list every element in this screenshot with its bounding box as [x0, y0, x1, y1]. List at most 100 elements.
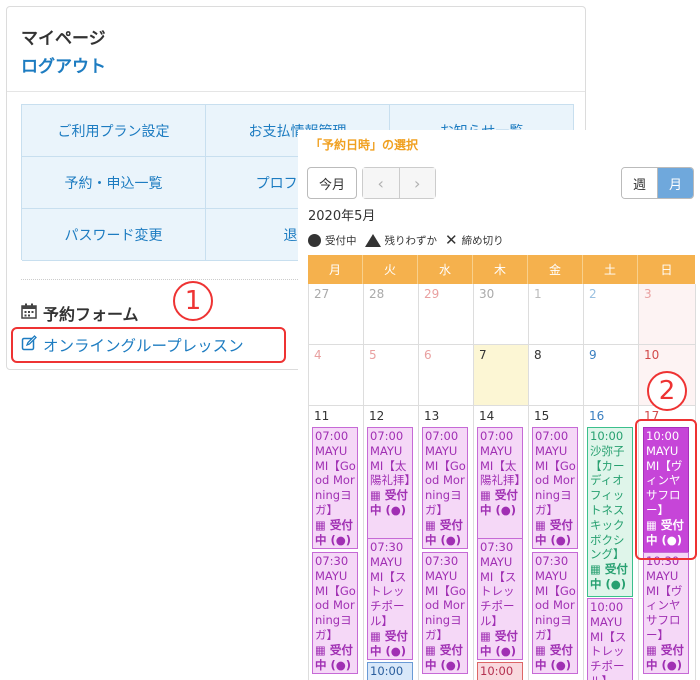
event-time: 10:00	[590, 429, 624, 443]
month-title: 2020年5月	[308, 209, 376, 224]
day-cell[interactable]: 2	[584, 284, 639, 345]
event-time: 07:30	[425, 554, 459, 568]
event-sun-1030[interactable]: 10:30 MAYUMI【ヴィンヤサフロー】 ▦ 受付中 (●)	[643, 552, 689, 674]
event-title: MAYUMI【Good Morningヨガ】	[315, 443, 356, 517]
chevron-left-icon: ‹	[377, 173, 384, 193]
event-title: MAYUMI【太陽礼拝】	[480, 443, 523, 488]
weekday-wed: 水	[418, 255, 473, 284]
calendar-panel: 「予約日時」の選択 今月 ‹ › 週 月 2020年5月 受付中 残りわずか ✕…	[298, 130, 700, 680]
calendar-icon: ▦	[370, 628, 381, 643]
day-number: 30	[479, 287, 495, 301]
prev-month-button[interactable]: ‹	[363, 168, 400, 198]
online-group-lesson-link[interactable]: オンライングループレッスン	[11, 327, 286, 363]
day-number: 27	[314, 287, 330, 301]
day-number: 10	[644, 348, 660, 362]
day-number: 2	[589, 287, 597, 301]
event-title: MAYUMI【太陽礼拝】	[370, 443, 413, 488]
day-cell[interactable]: 29	[419, 284, 474, 345]
day-number: 6	[424, 348, 432, 362]
day-cell[interactable]: 5	[364, 345, 419, 406]
day-number: 3	[644, 287, 652, 301]
event-time: 10:00	[480, 664, 514, 678]
event-fri-0730[interactable]: 07:30 MAYUMI【Good Morningヨガ】 ▦ 受付中 (●)	[532, 552, 578, 674]
day-number: 5	[369, 348, 377, 362]
day-cell[interactable]: 3	[639, 284, 696, 345]
month-view-button[interactable]: 月	[658, 168, 693, 198]
calendar-icon: ▦	[535, 642, 546, 657]
event-thu-0730[interactable]: 07:30 MAYUMI【ストレッチポール】 ▦ 受付中 (●)	[477, 538, 523, 660]
event-time: 07:00	[315, 429, 349, 443]
weekday-thu: 木	[473, 255, 528, 284]
calendar-icon: ▦	[646, 642, 657, 657]
calendar-icon: ▦	[480, 628, 491, 643]
event-title: MAYUMI【Good Morningヨガ】	[315, 568, 356, 642]
event-title: MAYUMI【ストレッチポール】	[590, 614, 627, 680]
event-wed-0730[interactable]: 07:30 MAYUMI【Good Morningヨガ】 ▦ 受付中 (●)	[422, 552, 468, 674]
edit-icon	[21, 335, 37, 355]
day-number: 8	[534, 348, 542, 362]
cross-icon: ✕	[445, 231, 458, 249]
weekday-fri: 金	[528, 255, 583, 284]
menu-plan-settings[interactable]: ご利用プラン設定	[22, 105, 206, 157]
event-time: 07:00	[425, 429, 459, 443]
form-heading-label: 予約フォーム	[43, 305, 139, 324]
day-number: 4	[314, 348, 322, 362]
week-view-button[interactable]: 週	[622, 168, 658, 198]
day-cell[interactable]: 8	[529, 345, 584, 406]
day-number: 12	[369, 409, 385, 423]
menu-reservations[interactable]: 予約・申込一覧	[22, 157, 206, 209]
day-cell-today[interactable]: 7	[474, 345, 529, 406]
this-month-button[interactable]: 今月	[307, 167, 357, 199]
event-tue-1000[interactable]: 10:00	[367, 662, 413, 680]
menu-password-change[interactable]: パスワード変更	[22, 209, 206, 261]
event-mon-0730[interactable]: 07:30 MAYUMI【Good Morningヨガ】 ▦ 受付中 (●)	[312, 552, 358, 674]
calendar-icon: ▦	[535, 517, 546, 532]
weekday-mon: 月	[308, 255, 363, 284]
day-number: 11	[314, 409, 330, 423]
day-number: 16	[589, 409, 605, 423]
event-time: 10:00	[370, 664, 404, 678]
calendar-icon: ▦	[590, 562, 601, 577]
day-cell[interactable]: 9	[584, 345, 639, 406]
divider	[7, 91, 585, 92]
online-lesson-label: オンライングループレッスン	[43, 337, 244, 355]
weekday-sat: 土	[583, 255, 638, 284]
event-time: 07:30	[535, 554, 569, 568]
day-number: 9	[589, 348, 597, 362]
day-cell[interactable]: 30	[474, 284, 529, 345]
chevron-right-icon: ›	[414, 173, 421, 193]
day-cell[interactable]: 27	[309, 284, 364, 345]
event-sat-1000-kickboxing[interactable]: 10:00 沙弥子【カーディオフィットネスキックボクシング】 ▦ 受付中 (●)	[587, 427, 633, 597]
month-nav-group: ‹ ›	[362, 167, 436, 199]
event-tue-0730[interactable]: 07:30 MAYUMI【ストレッチポール】 ▦ 受付中 (●)	[367, 538, 413, 660]
weekday-tue: 火	[363, 255, 418, 284]
event-tue-0700[interactable]: 07:00 MAYUMI【太陽礼拝】 ▦ 受付中 (●)	[367, 427, 413, 549]
day-number: 1	[534, 287, 542, 301]
event-time: 07:00	[370, 429, 404, 443]
event-time: 07:00	[535, 429, 569, 443]
event-sat-1000-stretch[interactable]: 10:00 MAYUMI【ストレッチポール】	[587, 598, 633, 680]
day-cell[interactable]: 28	[364, 284, 419, 345]
logout-link[interactable]: ログアウト	[21, 52, 106, 77]
status-legend: 受付中 残りわずか ✕ 締め切り	[308, 233, 504, 248]
event-title: 沙弥子【カーディオフィットネスキックボクシング】	[590, 443, 625, 562]
callout-marker-2: 2	[647, 371, 687, 411]
event-fri-0700[interactable]: 07:00 MAYUMI【Good Morningヨガ】 ▦ 受付中 (●)	[532, 427, 578, 549]
day-cell[interactable]: 4	[309, 345, 364, 406]
reservation-form-heading: 予約フォーム	[21, 301, 139, 325]
day-number: 7	[479, 348, 487, 362]
event-mon-0700[interactable]: 07:00 MAYUMI【Good Morningヨガ】 ▦ 受付中 (●)	[312, 427, 358, 549]
day-number: 14	[479, 409, 495, 423]
event-thu-1000[interactable]: 10:00	[477, 662, 523, 680]
next-month-button[interactable]: ›	[399, 168, 435, 198]
event-wed-0700[interactable]: 07:00 MAYUMI【Good Morningヨガ】 ▦ 受付中 (●)	[422, 427, 468, 549]
event-title: MAYUMI【ヴィンヤサフロー】	[646, 568, 683, 642]
day-cell[interactable]: 6	[419, 345, 474, 406]
day-cell[interactable]: 1	[529, 284, 584, 345]
event-time: 10:00	[590, 600, 624, 614]
event-title: MAYUMI【Good Morningヨガ】	[425, 568, 466, 642]
day-number: 15	[534, 409, 550, 423]
day-number: 29	[424, 287, 440, 301]
calendar-icon: ▦	[370, 488, 381, 503]
event-thu-0700[interactable]: 07:00 MAYUMI【太陽礼拝】 ▦ 受付中 (●)	[477, 427, 523, 549]
